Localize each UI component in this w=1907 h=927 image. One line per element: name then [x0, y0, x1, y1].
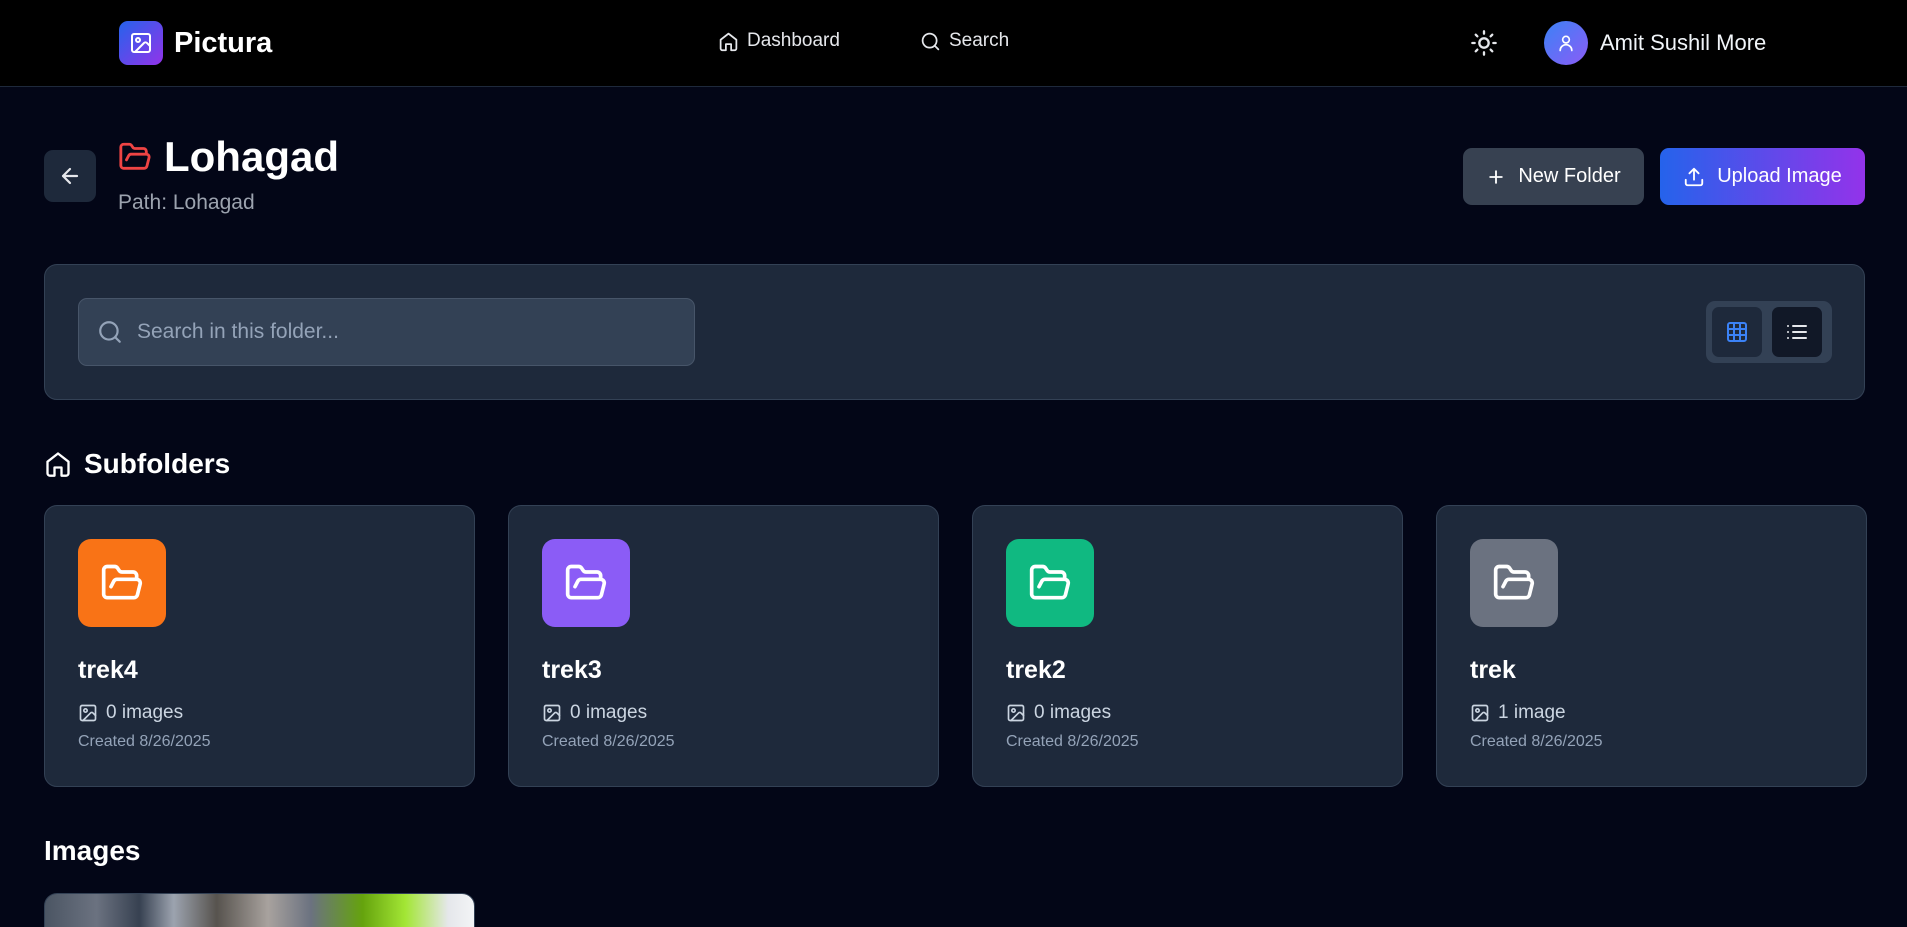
folder-image-count: 0 images — [1006, 702, 1111, 724]
page-title: Lohagad — [164, 133, 339, 180]
folder-card[interactable]: trek2 0 images Created 8/26/2025 — [972, 505, 1403, 787]
folder-count-label: 1 image — [1498, 702, 1566, 723]
folder-name: trek2 — [1006, 656, 1066, 684]
subfolders-title: Subfolders — [84, 448, 231, 479]
search-box[interactable] — [78, 298, 695, 366]
folder-open-icon — [1470, 539, 1558, 627]
folder-count-label: 0 images — [570, 702, 648, 723]
grid-icon — [1725, 320, 1749, 344]
toolbar-panel — [44, 264, 1865, 400]
folder-image-count: 0 images — [542, 702, 647, 724]
upload-image-button[interactable]: Upload Image — [1660, 148, 1865, 205]
folder-created-date: Created 8/26/2025 — [542, 733, 675, 750]
home-icon — [718, 31, 739, 52]
upload-icon — [1683, 166, 1705, 188]
arrow-left-icon — [58, 164, 82, 188]
user-menu[interactable]: Amit Sushil More — [1544, 21, 1766, 65]
folder-name: trek — [1470, 656, 1516, 684]
back-button[interactable] — [44, 150, 96, 202]
image-icon — [542, 703, 562, 723]
image-icon — [119, 21, 163, 65]
image-icon — [78, 703, 98, 723]
folder-card[interactable]: trek4 0 images Created 8/26/2025 — [44, 505, 475, 787]
folder-image-count: 0 images — [78, 702, 183, 724]
brand[interactable]: Pictura — [119, 21, 272, 65]
folder-created-date: Created 8/26/2025 — [78, 733, 211, 750]
folder-name: trek4 — [78, 656, 138, 684]
upload-image-label: Upload Image — [1717, 165, 1842, 187]
folder-open-icon — [542, 539, 630, 627]
top-navbar: Pictura Dashboard Search Amit Sushil Mor… — [0, 0, 1907, 87]
images-heading: Images — [44, 835, 141, 867]
subfolder-grid: trek4 0 images Created 8/26/2025 trek3 0… — [44, 505, 1867, 787]
nav-dashboard[interactable]: Dashboard — [718, 30, 840, 52]
home-icon — [44, 450, 72, 478]
plus-icon — [1486, 167, 1506, 187]
avatar — [1544, 21, 1588, 65]
page-title-row: Lohagad — [118, 133, 339, 181]
grid-view-button[interactable] — [1712, 307, 1762, 357]
image-thumbnail[interactable] — [44, 893, 475, 927]
folder-open-icon — [1006, 539, 1094, 627]
image-icon — [1006, 703, 1026, 723]
image-icon — [1470, 703, 1490, 723]
folder-created-date: Created 8/26/2025 — [1006, 733, 1139, 750]
folder-count-label: 0 images — [106, 702, 184, 723]
nav-search[interactable]: Search — [920, 30, 1009, 52]
folder-name: trek3 — [542, 656, 602, 684]
sun-icon — [1470, 29, 1498, 57]
folder-created-date: Created 8/26/2025 — [1470, 733, 1603, 750]
folder-path: Path: Lohagad — [118, 191, 255, 214]
new-folder-button[interactable]: New Folder — [1463, 148, 1644, 205]
search-icon — [920, 31, 941, 52]
view-toggle — [1706, 301, 1832, 363]
new-folder-label: New Folder — [1518, 165, 1621, 187]
search-input[interactable] — [137, 320, 677, 344]
theme-toggle-button[interactable] — [1470, 29, 1498, 57]
list-view-button[interactable] — [1772, 307, 1822, 357]
folder-open-icon — [78, 539, 166, 627]
list-icon — [1785, 320, 1809, 344]
user-icon — [1556, 33, 1576, 53]
subfolders-heading: Subfolders — [44, 448, 230, 480]
folder-image-count: 1 image — [1470, 702, 1566, 724]
images-title: Images — [44, 835, 141, 866]
folder-open-icon — [118, 140, 152, 174]
folder-count-label: 0 images — [1034, 702, 1112, 723]
nav-search-label: Search — [949, 30, 1010, 51]
user-name: Amit Sushil More — [1600, 30, 1767, 55]
app-name: Pictura — [174, 26, 273, 59]
nav-dashboard-label: Dashboard — [747, 30, 840, 51]
folder-card[interactable]: trek 1 image Created 8/26/2025 — [1436, 505, 1867, 787]
search-icon — [97, 319, 123, 345]
folder-card[interactable]: trek3 0 images Created 8/26/2025 — [508, 505, 939, 787]
